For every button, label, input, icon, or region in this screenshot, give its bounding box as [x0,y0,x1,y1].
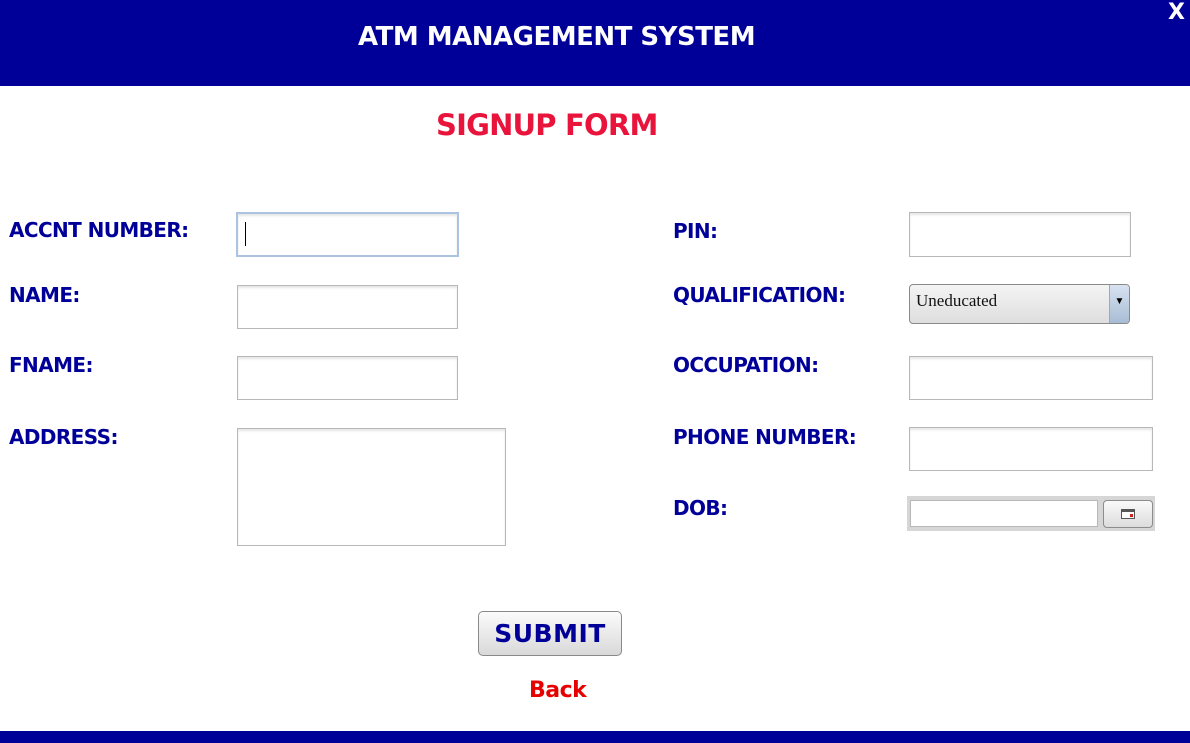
footer-bar [0,731,1190,743]
qualification-label: QUALIFICATION: [673,283,846,307]
phone-number-label: PHONE NUMBER: [673,425,857,449]
pin-input[interactable] [909,212,1131,257]
fname-label: FNAME: [9,353,93,377]
title-bar: ATM MANAGEMENT SYSTEM X [0,0,1190,86]
back-link[interactable]: Back [529,678,587,703]
address-label: ADDRESS: [9,425,118,449]
account-number-label: ACCNT NUMBER: [9,218,189,242]
account-number-input[interactable] [236,212,459,257]
text-cursor [245,222,246,246]
close-button[interactable]: X [1168,0,1185,25]
app-title: ATM MANAGEMENT SYSTEM [358,22,756,52]
fname-input[interactable] [237,356,458,400]
qualification-selected-value: Uneducated [916,291,998,310]
phone-number-input[interactable] [909,427,1153,471]
form-title: SIGNUP FORM [436,108,658,142]
occupation-input[interactable] [909,356,1153,400]
pin-label: PIN: [673,219,718,243]
name-label: NAME: [9,283,80,307]
submit-button[interactable]: SUBMIT [478,611,622,656]
chevron-down-icon[interactable]: ▼ [1109,285,1129,323]
dob-input[interactable] [910,500,1098,527]
dob-date-picker [907,496,1155,531]
dob-label: DOB: [673,496,728,520]
occupation-label: OCCUPATION: [673,353,819,377]
qualification-select[interactable]: Uneducated ▼ [909,284,1130,324]
name-input[interactable] [237,285,458,329]
address-textarea[interactable] [237,428,506,546]
date-picker-button[interactable] [1103,500,1153,528]
calendar-icon [1121,509,1135,519]
